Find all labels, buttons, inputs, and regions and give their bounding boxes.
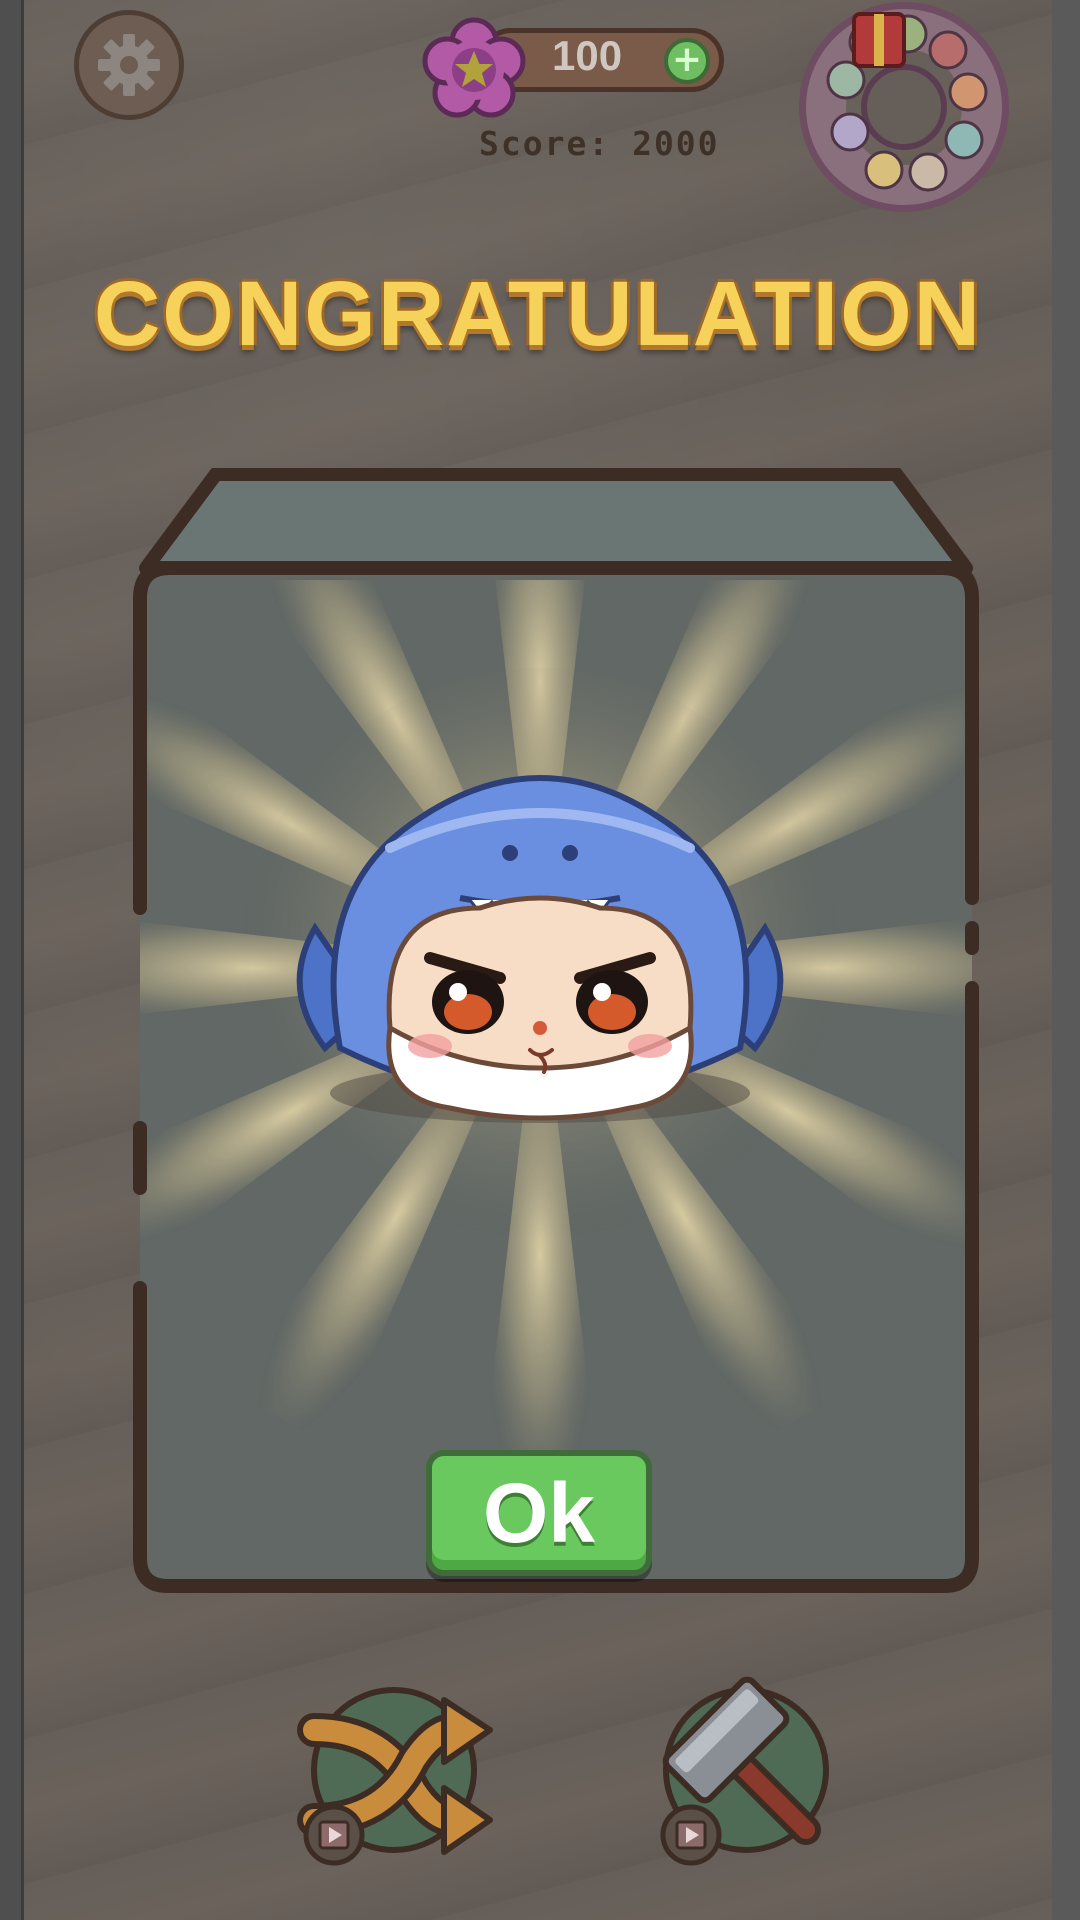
score-label: Score: 2000 — [479, 124, 720, 163]
settings-button[interactable] — [74, 10, 184, 120]
star-flower-icon — [422, 17, 526, 118]
currency-value: 100 — [552, 32, 623, 79]
currency-counter: 100 + — [422, 17, 724, 118]
video-play-icon — [303, 1804, 365, 1866]
hammer-button[interactable] — [646, 1670, 846, 1870]
video-play-icon — [660, 1804, 722, 1866]
shuffle-arrows-icon — [297, 1687, 493, 1866]
ok-button[interactable]: Ok — [426, 1450, 652, 1576]
left-frame-edge — [0, 0, 24, 1920]
hammer-icon — [660, 1676, 829, 1866]
congratulation-title: CONGRATULATION — [93, 263, 983, 365]
gear-icon — [98, 34, 160, 96]
shuffle-button[interactable] — [294, 1670, 494, 1870]
game-stage: 100 + Score: 2000 CONGRATULATION Ok — [24, 0, 1052, 1920]
plus-icon: + — [671, 39, 703, 80]
character-wreath-icon[interactable] — [788, 0, 1020, 214]
right-frame-edge — [1052, 0, 1080, 1920]
ok-button-label: Ok — [482, 1465, 596, 1560]
add-currency-button[interactable]: + — [664, 38, 710, 84]
